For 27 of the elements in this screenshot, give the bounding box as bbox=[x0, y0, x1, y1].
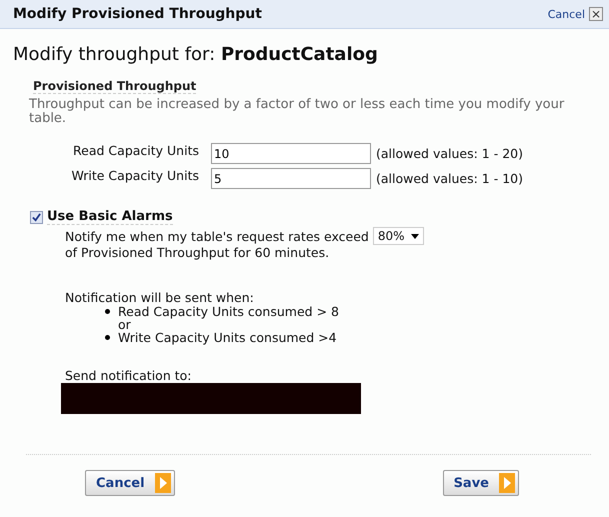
bullet-icon bbox=[105, 335, 110, 340]
close-button[interactable]: × bbox=[589, 7, 603, 21]
send-to-label: Send notification to: bbox=[65, 368, 192, 383]
notify-text: Notify me when my table's request rates exceed bbox=[65, 228, 369, 244]
bullet-icon bbox=[105, 309, 110, 314]
caret-icon bbox=[410, 234, 418, 238]
input-field[interactable]: 5 bbox=[211, 168, 371, 189]
window-title: Modify Provisioned Throughput bbox=[13, 6, 262, 22]
threshold-dropdown[interactable]: 80% bbox=[372, 227, 424, 245]
condition-text: Read Capacity Units consumed > 8 bbox=[118, 305, 339, 318]
notify-text: of Provisioned Throughput for 60 minutes. bbox=[65, 245, 330, 260]
action-button[interactable]: Save bbox=[442, 470, 519, 496]
input-field[interactable]: 10 bbox=[211, 143, 371, 164]
checkbox-label: Use Basic Alarms bbox=[47, 209, 173, 225]
action-button[interactable]: Cancel bbox=[85, 470, 175, 496]
section-note: Throughput can be increased by a factor of two or less each time you modify your table. bbox=[29, 98, 566, 126]
condition-text: Write Capacity Units consumed >4 bbox=[118, 331, 337, 344]
field-hint: (allowed values: 1 - 10) bbox=[376, 171, 523, 186]
condition-text: or bbox=[118, 318, 131, 331]
checkbox[interactable] bbox=[30, 210, 43, 224]
field-label: Write Capacity Units bbox=[70, 168, 200, 183]
cancel-link[interactable]: Cancel bbox=[548, 8, 585, 20]
section-title: Provisioned Throughput bbox=[33, 79, 196, 94]
conditions-title: Notification will be sent when: bbox=[65, 290, 255, 305]
field-hint: (allowed values: 1 - 20) bbox=[376, 146, 523, 161]
dialog-heading: Modify throughput for: ProductCatalog bbox=[13, 44, 379, 65]
field-label: Read Capacity Units bbox=[72, 143, 200, 158]
